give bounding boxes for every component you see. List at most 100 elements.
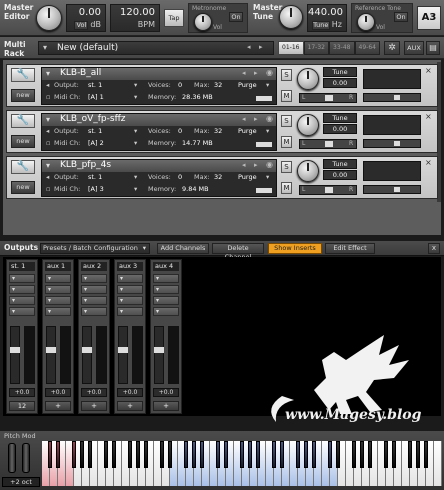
black-key[interactable] [159, 441, 165, 468]
insert-slot[interactable]: ▾ [81, 274, 107, 283]
midi-select[interactable]: [A] 3 [88, 185, 104, 193]
black-key[interactable] [111, 441, 117, 468]
black-key[interactable] [311, 441, 317, 468]
pitch-wheel[interactable] [8, 443, 16, 473]
reference-note-selector[interactable]: A3 [417, 6, 441, 30]
black-key[interactable] [55, 441, 61, 468]
prev-icon[interactable]: ◂ [242, 115, 246, 123]
pan-slider[interactable]: L R [299, 139, 357, 149]
black-key[interactable] [167, 441, 173, 468]
tune-value[interactable]: 0.00 [323, 170, 357, 180]
insert-slot[interactable]: ▾ [117, 307, 143, 316]
channel-name[interactable]: aux 3 [117, 262, 143, 271]
black-key[interactable] [71, 441, 77, 468]
solo-button[interactable]: S [281, 69, 292, 81]
insert-slot[interactable]: ▾ [117, 274, 143, 283]
tune-button[interactable]: Tune [311, 21, 330, 30]
pan-handle[interactable] [325, 95, 333, 101]
black-key[interactable] [295, 441, 301, 468]
output-select[interactable]: st. 1 [88, 173, 102, 181]
close-icon[interactable]: × [425, 67, 435, 75]
insert-slot[interactable]: ▾ [117, 296, 143, 305]
pan-slider[interactable]: L R [299, 93, 357, 103]
metronome-on-button[interactable]: On [229, 12, 243, 22]
tune-knob[interactable] [297, 160, 319, 182]
add-icon[interactable]: + [117, 401, 143, 411]
max-value[interactable]: 32 [214, 173, 222, 181]
camera-icon[interactable]: ◉ [266, 114, 273, 123]
insert-slot[interactable]: ▾ [117, 285, 143, 294]
purge-dropdown-icon[interactable]: ▾ [266, 81, 269, 89]
insert-slot[interactable]: ▾ [9, 307, 35, 316]
vol-button[interactable]: Vol [74, 21, 89, 30]
show-inserts-button[interactable]: Show Inserts [268, 243, 322, 254]
delete-channel-button[interactable]: Delete Channel [212, 243, 264, 261]
midi-dropdown-icon[interactable]: ▾ [134, 139, 137, 147]
add-icon[interactable]: + [45, 401, 71, 411]
tune-knob[interactable] [297, 114, 319, 136]
channel-level[interactable]: +0.0 [153, 388, 179, 397]
camera-icon[interactable]: ◉ [266, 160, 273, 169]
instrument-slot-2[interactable]: 🔧 new ▾ KLB_oV_fp-sffz ◂ ▸ ◉ ◂ Output: s… [6, 110, 438, 153]
next-icon[interactable]: ▸ [254, 161, 258, 169]
close-icon[interactable]: × [425, 113, 435, 121]
tune-knob[interactable] [297, 68, 319, 90]
new-button[interactable]: new [11, 89, 35, 102]
black-key[interactable] [239, 441, 245, 468]
insert-slot[interactable]: ▾ [45, 274, 71, 283]
insert-slot[interactable]: ▾ [153, 274, 179, 283]
purge-button[interactable]: Purge [238, 173, 257, 181]
tune-value[interactable]: 0.00 [323, 78, 357, 88]
reference-on-button[interactable]: On [394, 12, 408, 22]
purge-dropdown-icon[interactable]: ▾ [266, 173, 269, 181]
mute-button[interactable]: M [281, 90, 292, 102]
preset-prev-icon[interactable]: ◂ [247, 43, 251, 51]
channel-name[interactable]: st. 1 [9, 262, 35, 271]
black-key[interactable] [135, 441, 141, 468]
wrench-icon[interactable]: 🔧 [11, 160, 35, 174]
tap-button[interactable]: Tap [164, 9, 184, 27]
black-key[interactable] [191, 441, 197, 468]
channel-fader[interactable] [82, 326, 92, 384]
prev-icon[interactable]: ◂ [242, 161, 246, 169]
black-key[interactable] [407, 441, 413, 468]
black-key[interactable] [351, 441, 357, 468]
fader-handle[interactable] [118, 347, 128, 353]
tab-page-1[interactable]: 01-16 [278, 41, 304, 55]
solo-button[interactable]: S [281, 115, 292, 127]
black-key[interactable] [223, 441, 229, 468]
output-select[interactable]: st. 1 [88, 127, 102, 135]
pan-handle[interactable] [325, 141, 333, 147]
channel-output-select[interactable]: 12 [9, 401, 35, 411]
black-key[interactable] [87, 441, 93, 468]
black-key[interactable] [255, 441, 261, 468]
tempo-display[interactable]: 120.00 BPM [110, 4, 160, 32]
camera-icon[interactable]: ◉ [266, 68, 273, 77]
tab-page-3[interactable]: 33-48 [329, 41, 355, 55]
tab-page-2[interactable]: 17-32 [303, 41, 329, 55]
black-key[interactable] [103, 441, 109, 468]
new-button[interactable]: new [11, 135, 35, 148]
midi-dropdown-icon[interactable]: ▾ [134, 93, 137, 101]
channel-fader[interactable] [118, 326, 128, 384]
output-dropdown-icon[interactable]: ▾ [134, 173, 137, 181]
output-dropdown-icon[interactable]: ▾ [134, 127, 137, 135]
output-select[interactable]: st. 1 [88, 81, 102, 89]
channel-name[interactable]: aux 2 [81, 262, 107, 271]
mod-wheel[interactable] [22, 443, 30, 473]
insert-slot[interactable]: ▾ [9, 274, 35, 283]
next-icon[interactable]: ▸ [254, 69, 258, 77]
midi-dropdown-icon[interactable]: ▾ [134, 185, 137, 193]
insert-slot[interactable]: ▾ [9, 285, 35, 294]
channel-level[interactable]: +0.0 [45, 388, 71, 397]
black-key[interactable] [183, 441, 189, 468]
pan-slider[interactable]: L R [299, 185, 357, 195]
add-icon[interactable]: + [153, 401, 179, 411]
insert-slot[interactable]: ▾ [45, 296, 71, 305]
volume-slider[interactable] [363, 139, 421, 148]
rack-view-icon[interactable]: ▤ [426, 41, 440, 55]
midi-select[interactable]: [A] 2 [88, 139, 104, 147]
insert-slot[interactable]: ▾ [45, 307, 71, 316]
instrument-name[interactable]: KLB_oV_fp-sffz [60, 114, 126, 124]
purge-button[interactable]: Purge [238, 81, 257, 89]
